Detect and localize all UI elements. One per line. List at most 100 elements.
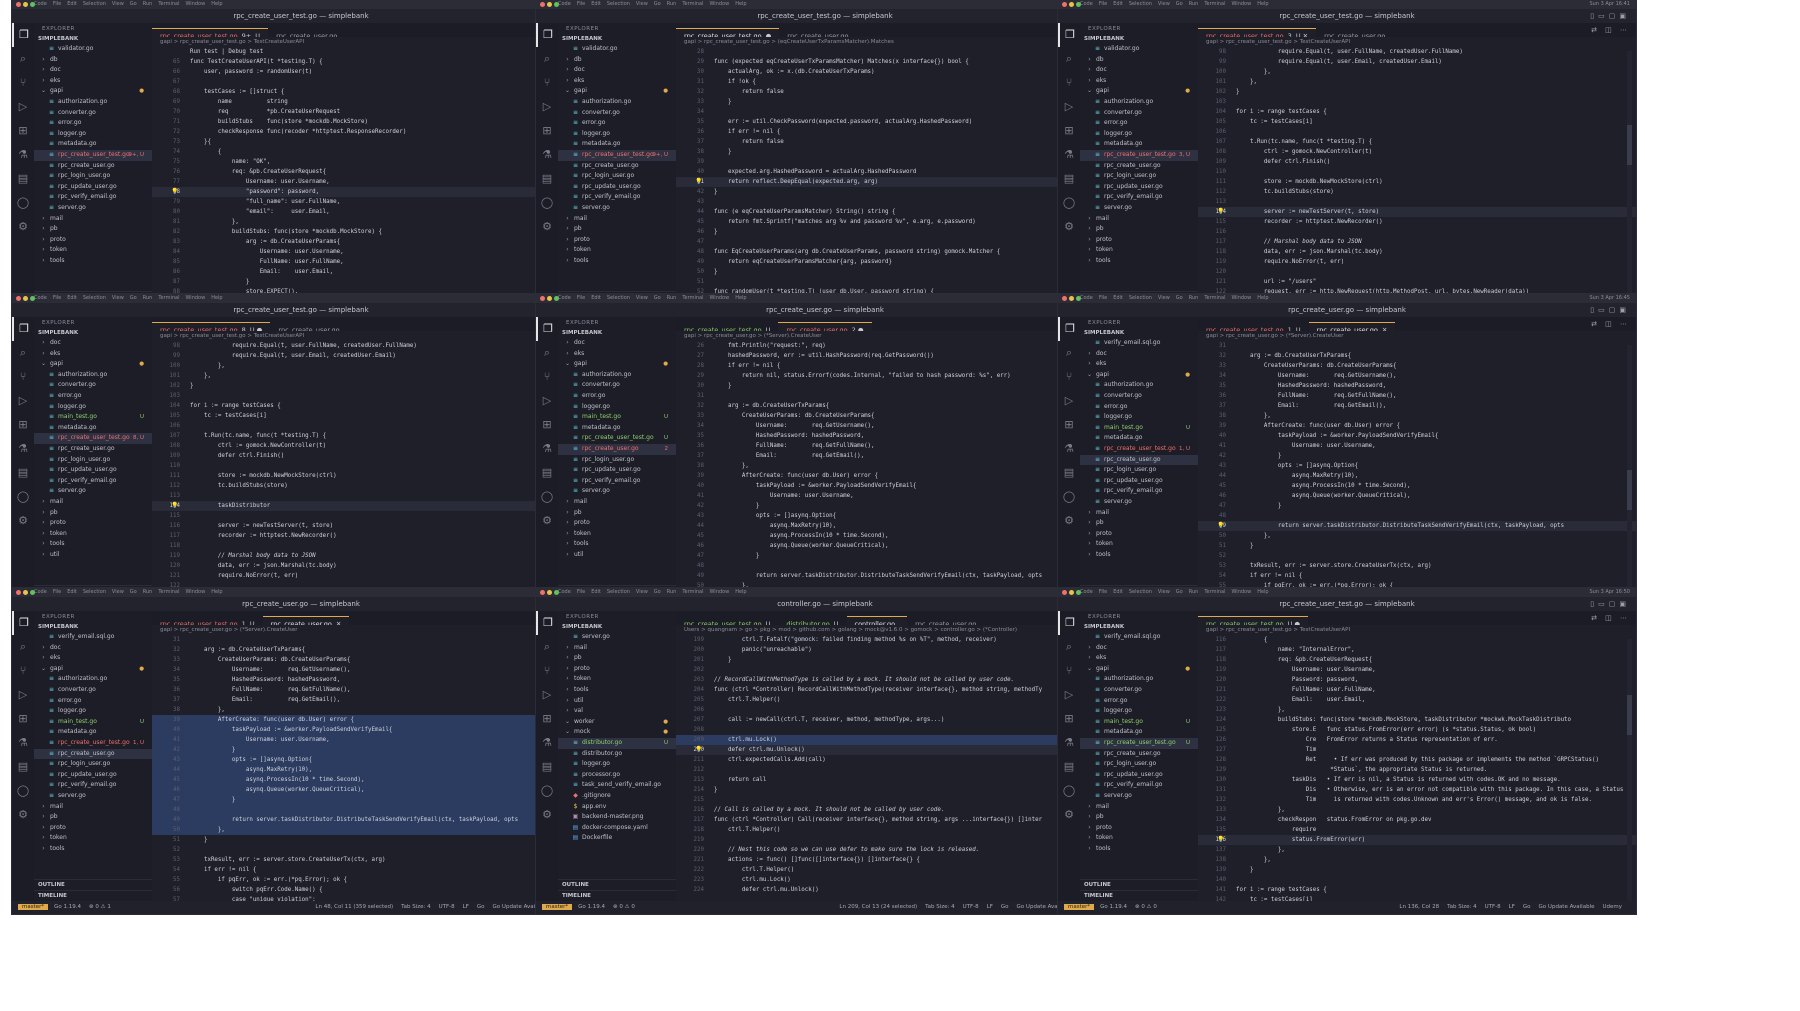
explorer-item[interactable]: ≡ metadata.go	[1080, 139, 1198, 150]
tab-status-marker[interactable]: U	[766, 620, 771, 625]
explorer-item[interactable]: ≡ verify_email.sql.go	[1080, 632, 1198, 643]
explorer-item[interactable]: ⌄ gapi ●	[1080, 86, 1198, 97]
explorer-item[interactable]: ≡ rpc_verify_email.go	[1080, 486, 1198, 497]
menu-item[interactable]: Edit	[67, 295, 77, 301]
code-line[interactable]: 81 },	[152, 217, 590, 227]
code-line[interactable]: 222 ctrl.T.Helper()	[676, 865, 1114, 875]
code-line[interactable]: 116 {	[1198, 635, 1636, 645]
editor-actions[interactable]: ⇄ ◫ ⋯	[1591, 611, 1630, 625]
explorer-item[interactable]: ≡ rpc_verify_email.go	[558, 476, 676, 487]
menu-item[interactable]: Run	[143, 589, 153, 595]
code-line[interactable]: 29 return nil, status.Errorf(codes.Inter…	[676, 371, 1114, 381]
workspace-section-header[interactable]: SIMPLEBANK	[34, 329, 152, 338]
search-icon[interactable]: ⌕	[1058, 341, 1080, 365]
minimize-window-button[interactable]	[23, 296, 28, 301]
menu-item[interactable]: File	[1099, 295, 1107, 301]
explorer-item[interactable]: ≡ main_test.go U	[558, 412, 676, 423]
code-line[interactable]: 118 req: &pb.CreateUserRequest{	[1198, 655, 1636, 665]
search-icon[interactable]: ⌕	[536, 47, 558, 71]
scrollbar-thumb[interactable]	[1627, 470, 1632, 510]
explorer-item[interactable]: ◆ .gitignore	[558, 791, 676, 802]
explorer-item[interactable]: ≡ rpc_create_user.go	[1080, 454, 1198, 466]
code-line[interactable]: 129 *Status`, the appropriate Status is …	[1198, 765, 1636, 775]
explorer-item[interactable]: › doc	[1080, 643, 1198, 654]
code-line[interactable]: 115 recorder := httptest.NewRecorder()	[1198, 217, 1636, 227]
explorer-item[interactable]: ≡ converter.go	[34, 685, 152, 696]
explorer-item[interactable]: ≡ authorization.go	[1080, 380, 1198, 391]
menu-item[interactable]: Go	[654, 589, 661, 595]
code-line[interactable]: 54 if err != nil {	[152, 865, 590, 875]
code-line[interactable]: 39 AfterCreate: func(user db.User) error…	[152, 715, 590, 725]
editor-tab[interactable]: rpc_create_user.go	[1316, 29, 1397, 37]
status-item[interactable]: Go 1.19.4	[54, 904, 81, 910]
code-line[interactable]: 48	[1198, 511, 1636, 521]
code-line[interactable]: 110	[152, 461, 590, 471]
extensions-icon[interactable]: ⊞	[1058, 707, 1080, 731]
explorer-item[interactable]: ≡ rpc_update_user.go	[558, 182, 676, 193]
code-line[interactable]: 108 ctrl := gomock.NewController(t)	[152, 441, 590, 451]
explorer-item[interactable]: › proto	[558, 664, 676, 675]
explorer-item[interactable]: ≡ error.go	[34, 696, 152, 707]
code-line[interactable]: 35 err := util.CheckPassword(expected.pa…	[676, 117, 1114, 127]
code-line[interactable]: 68 testCases := []struct {	[152, 87, 590, 97]
code-line[interactable]: 52	[1198, 551, 1636, 561]
outline-panel-header[interactable]: OUTLINE	[1080, 879, 1198, 890]
explorer-item[interactable]: ≡ logger.go	[34, 129, 152, 140]
code-line[interactable]: 77 Username: user.Username,	[152, 177, 590, 187]
code-line[interactable]: 119 Username: user.Username,	[1198, 665, 1636, 675]
code-line[interactable]: 104 for i := range testCases {	[152, 401, 590, 411]
menu-item[interactable]: Edit	[1113, 295, 1123, 301]
code-line[interactable]: 85 FullName: user.FullName,	[152, 257, 590, 267]
code-line[interactable]: 111 store := mockdb.NewMockStore(ctrl)	[152, 471, 590, 481]
explorer-item[interactable]: › tools	[1080, 550, 1198, 561]
code-line[interactable]: 219	[676, 835, 1114, 845]
menu-item[interactable]: View	[112, 589, 124, 595]
menu-item[interactable]: Help	[211, 295, 222, 301]
code-line[interactable]: 122 Email: user.Email,	[1198, 695, 1636, 705]
code-line[interactable]: 35 HashedPassword: hashedPassword,	[1198, 381, 1636, 391]
code-line[interactable]: 47 }	[1198, 501, 1636, 511]
menu-item[interactable]: Code	[558, 589, 571, 595]
code-line[interactable]: 32 return false	[676, 87, 1114, 97]
code-line[interactable]: 121 url := "/users"	[1198, 277, 1636, 287]
outline-panel-header[interactable]: OUTLINE	[34, 879, 152, 890]
breadcrumb[interactable]: gapi > rpc_create_user_test.go > TestCre…	[1198, 625, 1636, 635]
explorer-item[interactable]: ≡ converter.go	[1080, 108, 1198, 119]
menu-item[interactable]: Terminal	[1204, 1, 1225, 7]
explorer-item[interactable]: ≡ metadata.go	[34, 423, 152, 434]
explorer-item[interactable]: ≡ rpc_create_user.go	[1080, 161, 1198, 172]
accounts-icon[interactable]: ◯	[1058, 485, 1080, 509]
code-line[interactable]: 47	[676, 237, 1114, 247]
code-line[interactable]: 28	[676, 47, 1114, 57]
status-item[interactable]: UTF-8	[439, 904, 455, 910]
explorer-item[interactable]: ≡ validator.go	[1080, 44, 1198, 55]
explorer-item[interactable]: › eks	[34, 76, 152, 87]
code-line[interactable]: 214}	[676, 785, 1114, 795]
explorer-item[interactable]: ≡ rpc_login_user.go	[34, 171, 152, 182]
settings-gear-icon[interactable]: ⚙	[1058, 509, 1080, 533]
code-line[interactable]: 46 asynq.Queue(worker.QueueCritical),	[152, 785, 590, 795]
code-line[interactable]: 38 },	[1198, 411, 1636, 421]
explorer-item[interactable]: › mail	[558, 214, 676, 225]
testing-icon[interactable]: ⚗	[1058, 143, 1080, 167]
search-icon[interactable]: ⌕	[536, 635, 558, 659]
files-icon[interactable]: ❐	[1058, 611, 1080, 635]
close-window-button[interactable]	[1062, 2, 1067, 7]
explorer-item[interactable]: ≡ metadata.go	[1080, 727, 1198, 738]
search-icon[interactable]: ⌕	[12, 47, 34, 71]
status-item[interactable]: ⊗ 0 ⚠ 1	[89, 904, 111, 910]
code-line[interactable]: 112 tc.buildStubs(store)	[152, 481, 590, 491]
code-line[interactable]: 46 asynq.Queue(worker.QueueCritical),	[676, 541, 1114, 551]
code-line[interactable]: 65 func TestCreateUserAPI(t *testing.T) {	[152, 57, 590, 67]
menu-item[interactable]: Code	[558, 295, 571, 301]
code-area[interactable]: 98 require.Equal(t, user.FullName, creat…	[152, 341, 590, 620]
code-line[interactable]: 34 Username: req.GetUsername(),	[1198, 371, 1636, 381]
explorer-item[interactable]: ≡ metadata.go	[34, 727, 152, 738]
code-line[interactable]: 113	[152, 491, 590, 501]
source-control-icon[interactable]: ⑂	[1058, 659, 1080, 683]
menu-item[interactable]: Terminal	[158, 1, 179, 7]
workspace-section-header[interactable]: SIMPLEBANK	[34, 35, 152, 44]
explorer-item[interactable]: › doc	[1080, 65, 1198, 76]
close-window-button[interactable]	[16, 2, 21, 7]
explorer-item[interactable]: ⌄ gapi ●	[558, 86, 676, 97]
